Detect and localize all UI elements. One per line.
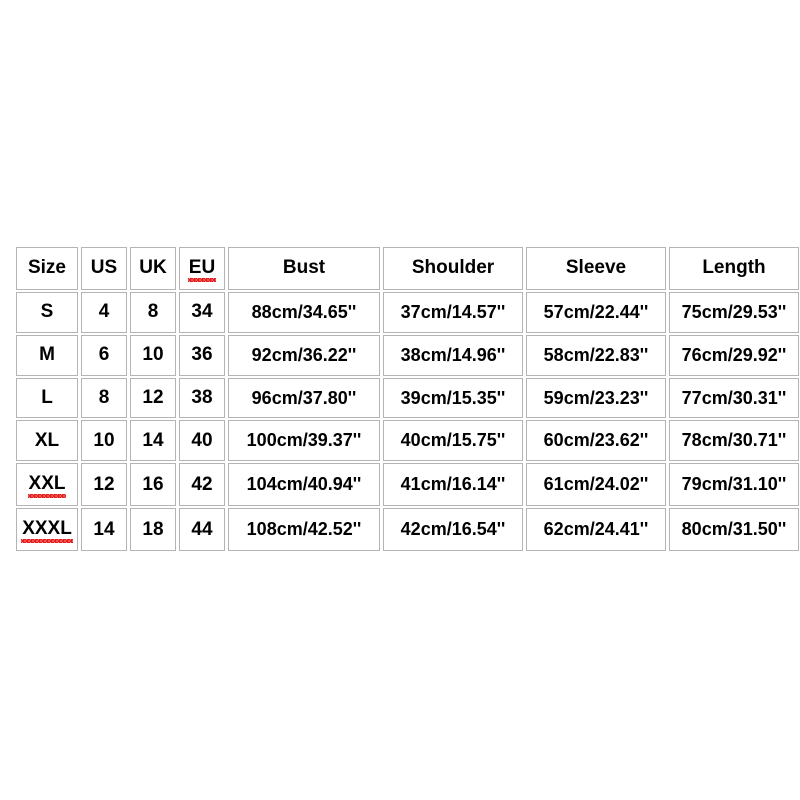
cell-shoulder: 37cm/14.57'' bbox=[383, 291, 523, 333]
column-header-us: US bbox=[81, 247, 127, 290]
cell-shoulder: 40cm/15.75'' bbox=[383, 420, 523, 462]
table-row: XL 10 14 40 100cm/39.37'' 40cm/15.75'' 60cm/23… bbox=[16, 420, 799, 462]
cell-bust: 108cm/42.52'' bbox=[228, 508, 380, 551]
cell-shoulder: 39cm/15.35'' bbox=[383, 377, 523, 419]
table-row: M 6 10 36 92cm/36.22'' 38cm/14.96'' 58cm/22.83… bbox=[16, 334, 799, 376]
cell-size: XXL bbox=[16, 463, 78, 507]
size-chart-table: Size US UK EU Bust Shoulder Sleeve Length S 4 8 34 8… bbox=[13, 245, 800, 553]
column-header-uk: UK bbox=[130, 247, 176, 290]
table-header-row: Size US UK EU Bust Shoulder Sleeve Length bbox=[16, 247, 799, 290]
cell-length: 79cm/31.10'' bbox=[669, 463, 799, 507]
cell-sleeve: 60cm/23.62'' bbox=[526, 420, 666, 462]
cell-length: 78cm/30.71'' bbox=[669, 420, 799, 462]
size-chart-container: Size US UK EU Bust Shoulder Sleeve Length S 4 8 34 8… bbox=[13, 245, 799, 553]
spellcheck-underline: EU bbox=[187, 256, 217, 282]
cell-bust: 88cm/34.65'' bbox=[228, 291, 380, 333]
cell-bust: 96cm/37.80'' bbox=[228, 377, 380, 419]
cell-size: XL bbox=[16, 420, 78, 462]
cell-shoulder: 41cm/16.14'' bbox=[383, 463, 523, 507]
cell-uk: 18 bbox=[130, 508, 176, 551]
cell-uk: 12 bbox=[130, 377, 176, 419]
table-row: XXL 12 16 42 104cm/40.94'' 41cm/16.14'' 61cm/2… bbox=[16, 463, 799, 507]
cell-us: 4 bbox=[81, 291, 127, 333]
spellcheck-underline: XXXL bbox=[21, 518, 73, 543]
cell-size: XXXL bbox=[16, 508, 78, 551]
column-header-size: Size bbox=[16, 247, 78, 290]
cell-uk: 8 bbox=[130, 291, 176, 333]
cell-uk: 14 bbox=[130, 420, 176, 462]
table-row: S 4 8 34 88cm/34.65'' 37cm/14.57'' 57cm/22.44'… bbox=[16, 291, 799, 333]
cell-sleeve: 62cm/24.41'' bbox=[526, 508, 666, 551]
column-header-sleeve: Sleeve bbox=[526, 247, 666, 290]
cell-size: S bbox=[16, 291, 78, 333]
cell-size: L bbox=[16, 377, 78, 419]
cell-bust: 92cm/36.22'' bbox=[228, 334, 380, 376]
column-header-bust: Bust bbox=[228, 247, 380, 290]
cell-shoulder: 42cm/16.54'' bbox=[383, 508, 523, 551]
cell-us: 14 bbox=[81, 508, 127, 551]
cell-eu: 40 bbox=[179, 420, 225, 462]
cell-length: 77cm/30.31'' bbox=[669, 377, 799, 419]
column-header-shoulder: Shoulder bbox=[383, 247, 523, 290]
table-row: L 8 12 38 96cm/37.80'' 39cm/15.35'' 59cm/23.23… bbox=[16, 377, 799, 419]
cell-uk: 16 bbox=[130, 463, 176, 507]
size-chart-body: Size US UK EU Bust Shoulder Sleeve Length S 4 8 34 8… bbox=[16, 247, 799, 551]
table-row: XXXL 14 18 44 108cm/42.52'' 42cm/16.54'' 62cm/… bbox=[16, 508, 799, 551]
cell-shoulder: 38cm/14.96'' bbox=[383, 334, 523, 376]
cell-uk: 10 bbox=[130, 334, 176, 376]
cell-length: 75cm/29.53'' bbox=[669, 291, 799, 333]
cell-us: 12 bbox=[81, 463, 127, 507]
cell-length: 80cm/31.50'' bbox=[669, 508, 799, 551]
cell-length: 76cm/29.92'' bbox=[669, 334, 799, 376]
cell-eu: 34 bbox=[179, 291, 225, 333]
column-header-length: Length bbox=[669, 247, 799, 290]
cell-eu: 36 bbox=[179, 334, 225, 376]
cell-us: 10 bbox=[81, 420, 127, 462]
cell-eu: 44 bbox=[179, 508, 225, 551]
cell-eu: 42 bbox=[179, 463, 225, 507]
spellcheck-underline: XXL bbox=[27, 473, 67, 499]
cell-bust: 104cm/40.94'' bbox=[228, 463, 380, 507]
cell-sleeve: 61cm/24.02'' bbox=[526, 463, 666, 507]
cell-sleeve: 59cm/23.23'' bbox=[526, 377, 666, 419]
cell-us: 6 bbox=[81, 334, 127, 376]
cell-sleeve: 58cm/22.83'' bbox=[526, 334, 666, 376]
cell-eu: 38 bbox=[179, 377, 225, 419]
cell-sleeve: 57cm/22.44'' bbox=[526, 291, 666, 333]
column-header-eu: EU bbox=[179, 247, 225, 290]
cell-bust: 100cm/39.37'' bbox=[228, 420, 380, 462]
cell-us: 8 bbox=[81, 377, 127, 419]
cell-size: M bbox=[16, 334, 78, 376]
